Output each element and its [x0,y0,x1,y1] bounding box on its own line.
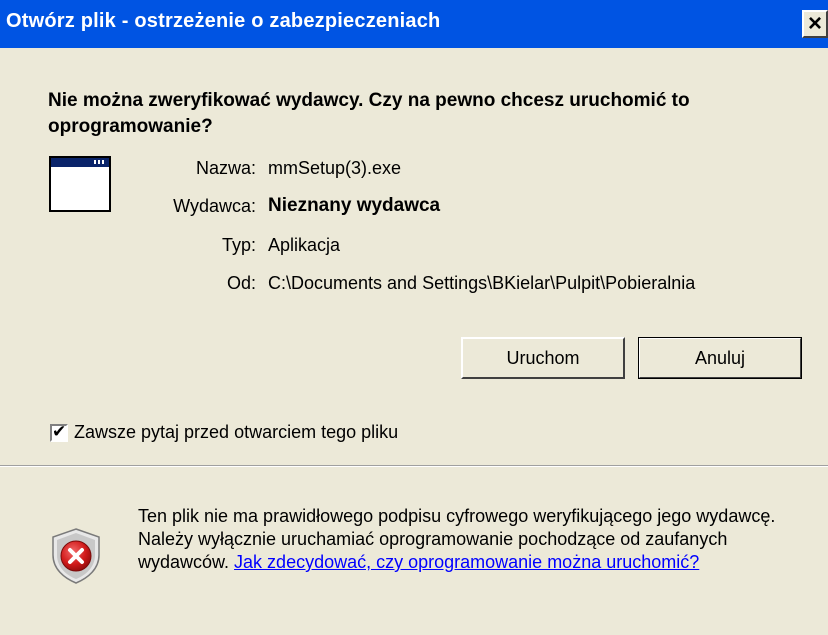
security-shield-icon [52,528,100,584]
application-window-icon [49,156,111,212]
name-label: Nazwa: [195,158,256,178]
window-title: Otwórz plik - ostrzeżenie o zabezpieczen… [6,10,441,32]
from-value: C:\Documents and Settings\BKielar\Pulpit… [268,273,696,293]
always-ask-checkbox[interactable]: ✔ [50,422,68,442]
window-icon-controls [94,160,106,164]
from-label: Od: [226,273,256,293]
always-ask-label[interactable]: Zawsze pytaj przed otwarciem tego pliku [74,422,398,443]
title-bar[interactable]: Otwórz plik - ostrzeżenie o zabezpieczen… [0,0,828,48]
type-value: Aplikacja [268,235,341,255]
separator [0,465,828,467]
name-value: mmSetup(3).exe [268,158,402,178]
cancel-button[interactable]: Anuluj [638,337,802,379]
warning-headline: Nie można zweryfikować wydawcy. Czy na p… [48,90,690,137]
help-link[interactable]: Jak zdecydować, czy oprogramowanie można… [234,552,699,572]
publisher-label: Wydawca: [173,196,256,216]
warning-message: Ten plik nie ma prawidłowego podpisu cyf… [138,505,798,574]
type-label: Typ: [221,235,256,255]
close-icon: × [808,10,823,37]
checkmark-icon: ✔ [52,422,67,441]
publisher-value: Nieznany wydawca [268,195,441,216]
security-warning-dialog: Otwórz plik - ostrzeżenie o zabezpieczen… [0,0,828,635]
run-button[interactable]: Uruchom [461,337,625,379]
close-button[interactable]: × [802,10,828,38]
